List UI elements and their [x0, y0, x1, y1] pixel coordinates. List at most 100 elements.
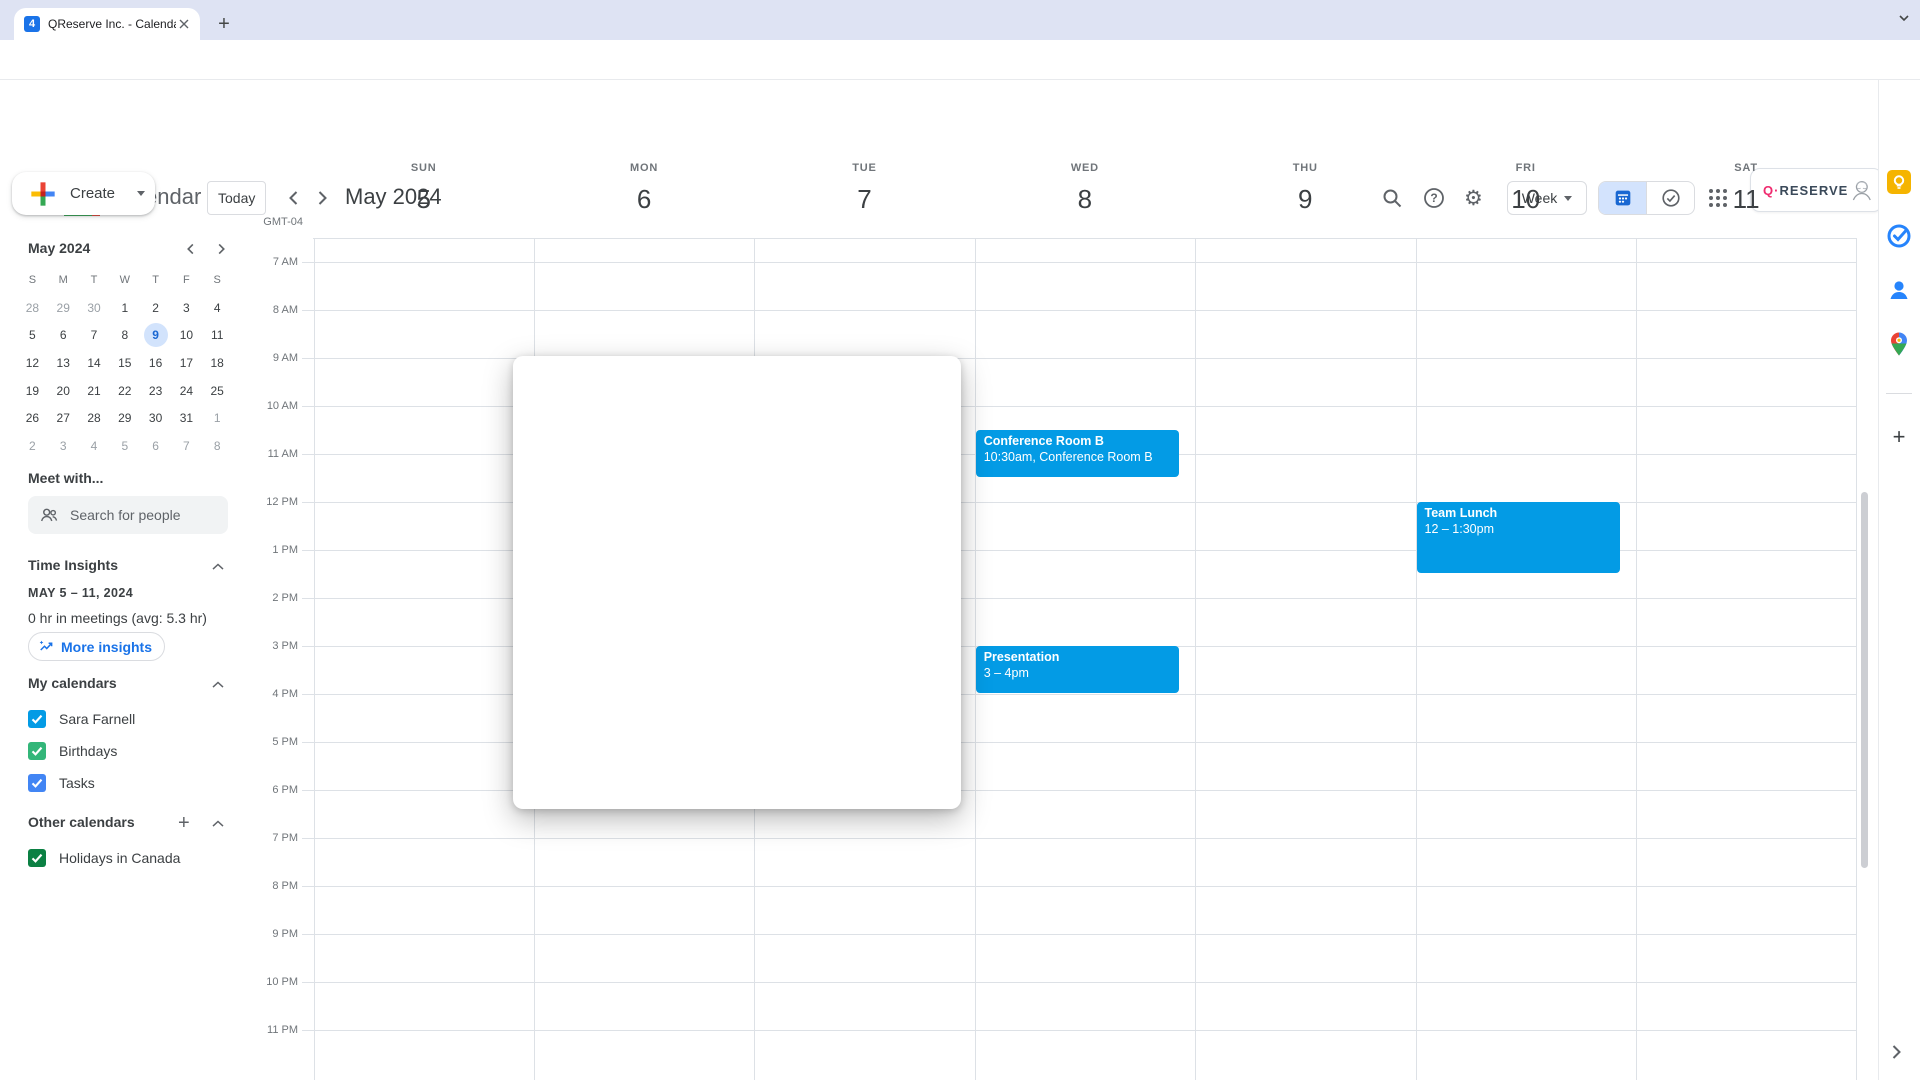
mini-calendar-day[interactable]: 29 — [109, 404, 140, 432]
grid-line — [313, 934, 1856, 935]
mini-calendar-day[interactable]: 15 — [109, 349, 140, 377]
calendar-list-item[interactable]: Sara Farnell — [28, 703, 135, 735]
previous-week-chevron-icon[interactable] — [282, 186, 306, 210]
day-number[interactable]: 11 — [1636, 181, 1856, 217]
grid-line — [1856, 238, 1857, 1080]
grid-tick — [302, 550, 313, 551]
mini-calendar-next-icon[interactable] — [210, 238, 232, 260]
day-number[interactable]: 7 — [754, 181, 974, 217]
more-insights-button[interactable]: More insights — [28, 632, 165, 661]
google-keep-icon[interactable] — [1886, 169, 1912, 195]
calendar-checkbox[interactable] — [28, 774, 46, 792]
expand-panel-chevron-icon[interactable] — [1884, 1040, 1908, 1064]
event-chip[interactable]: Team Lunch12 – 1:30pm — [1417, 502, 1620, 573]
event-chip[interactable]: Conference Room B10:30am, Conference Roo… — [976, 430, 1179, 477]
mini-calendar-day[interactable]: 24 — [171, 377, 202, 405]
calendar-list-item[interactable]: Birthdays — [28, 735, 135, 767]
hour-label: 11 AM — [230, 448, 298, 460]
calendar-header: 4 Calendar Today May 2024 ? ⚙ Week Q·RES… — [0, 80, 1920, 140]
mini-calendar-day[interactable]: 2 — [140, 294, 171, 322]
day-number[interactable]: 10 — [1416, 181, 1636, 217]
mini-calendar-day[interactable]: 19 — [17, 377, 48, 405]
mini-calendar-day[interactable]: 28 — [17, 294, 48, 322]
tab-close-icon[interactable] — [176, 16, 192, 32]
mini-calendar-day[interactable]: 3 — [48, 432, 79, 460]
mini-calendar-day[interactable]: 8 — [202, 432, 233, 460]
calendar-checkbox[interactable] — [28, 742, 46, 760]
meet-with-heading: Meet with... — [28, 470, 103, 486]
calendar-checkbox[interactable] — [28, 849, 46, 867]
grid-tick — [302, 646, 313, 647]
search-for-people-input[interactable]: Search for people — [28, 496, 228, 534]
my-calendars-collapse-chevron-icon[interactable] — [208, 675, 228, 695]
mini-calendar-day[interactable]: 5 — [17, 321, 48, 349]
time-insights-collapse-chevron-icon[interactable] — [208, 557, 228, 577]
mini-calendar-day[interactable]: 21 — [79, 377, 110, 405]
mini-calendar-day[interactable]: 30 — [140, 404, 171, 432]
google-maps-icon[interactable] — [1886, 331, 1912, 357]
mini-calendar-day[interactable]: 17 — [171, 349, 202, 377]
mini-calendar-day[interactable]: 29 — [48, 294, 79, 322]
mini-calendar-day[interactable]: 31 — [171, 404, 202, 432]
tab-search-chevron-icon[interactable] — [1896, 10, 1912, 26]
mini-calendar-day[interactable]: 3 — [171, 294, 202, 322]
create-button[interactable]: Create — [12, 172, 155, 215]
mini-calendar-day[interactable]: 10 — [171, 321, 202, 349]
mini-calendar-day[interactable]: 26 — [17, 404, 48, 432]
other-calendars-collapse-chevron-icon[interactable] — [208, 814, 228, 834]
mini-calendar-day[interactable]: 20 — [48, 377, 79, 405]
today-button[interactable]: Today — [207, 181, 266, 215]
grid-tick — [302, 502, 313, 503]
get-add-ons-icon[interactable]: + — [1886, 424, 1912, 450]
mini-calendar-day-header: T — [79, 266, 110, 294]
calendar-checkbox[interactable] — [28, 710, 46, 728]
grid-line — [313, 238, 1856, 239]
browser-tab[interactable]: 4 QReserve Inc. - Calendar - W — [14, 8, 200, 40]
calendar-list-item[interactable]: Tasks — [28, 767, 135, 799]
mini-calendar-day[interactable]: 22 — [109, 377, 140, 405]
mini-calendar-day[interactable]: 6 — [140, 432, 171, 460]
calendar-list-item[interactable]: Holidays in Canada — [28, 842, 180, 874]
mini-calendar-day[interactable]: 4 — [79, 432, 110, 460]
day-number[interactable]: 8 — [975, 181, 1195, 217]
mini-calendar-day[interactable]: 27 — [48, 404, 79, 432]
mini-calendar-day[interactable]: 11 — [202, 321, 233, 349]
mini-calendar-day[interactable]: 5 — [109, 432, 140, 460]
mini-calendar-day[interactable]: 16 — [140, 349, 171, 377]
mini-calendar-day[interactable]: 1 — [202, 404, 233, 432]
day-number[interactable]: 6 — [534, 181, 754, 217]
grid-line — [313, 838, 1856, 839]
mini-calendar-day[interactable]: 8 — [109, 321, 140, 349]
day-name-label: WED — [975, 161, 1195, 175]
mini-calendar-day[interactable]: 23 — [140, 377, 171, 405]
google-tasks-icon[interactable] — [1886, 223, 1912, 249]
my-calendars-heading: My calendars — [28, 675, 117, 691]
grid-line — [1195, 238, 1196, 1080]
event-chip[interactable]: Presentation3 – 4pm — [976, 646, 1179, 693]
event-title: Team Lunch — [1425, 505, 1612, 521]
mini-calendar-day[interactable]: 25 — [202, 377, 233, 405]
mini-calendar-day[interactable]: 18 — [202, 349, 233, 377]
new-tab-button[interactable]: + — [212, 12, 236, 36]
google-contacts-icon[interactable] — [1886, 277, 1912, 303]
mini-calendar-day[interactable]: 14 — [79, 349, 110, 377]
mini-calendar-day[interactable]: 2 — [17, 432, 48, 460]
mini-calendar-day[interactable]: 6 — [48, 321, 79, 349]
tab-title: QReserve Inc. - Calendar - W — [48, 17, 176, 31]
mini-calendar-day[interactable]: 28 — [79, 404, 110, 432]
grid-scrollbar[interactable] — [1861, 492, 1868, 868]
day-number[interactable]: 5 — [314, 181, 534, 217]
day-number[interactable]: 9 — [1195, 181, 1415, 217]
day-header: TUE7 — [754, 161, 974, 217]
mini-calendar-day[interactable]: 12 — [17, 349, 48, 377]
mini-calendar-day[interactable]: 13 — [48, 349, 79, 377]
mini-calendar-day[interactable]: 7 — [79, 321, 110, 349]
mini-calendar-day[interactable]: 30 — [79, 294, 110, 322]
mini-calendar-prev-icon[interactable] — [180, 238, 202, 260]
mini-calendar-day[interactable]: 1 — [109, 294, 140, 322]
add-other-calendar-icon[interactable]: + — [178, 813, 190, 833]
mini-calendar-day[interactable]: 9 — [140, 321, 171, 349]
event-details-popup — [513, 356, 961, 809]
mini-calendar-day[interactable]: 4 — [202, 294, 233, 322]
mini-calendar-day[interactable]: 7 — [171, 432, 202, 460]
